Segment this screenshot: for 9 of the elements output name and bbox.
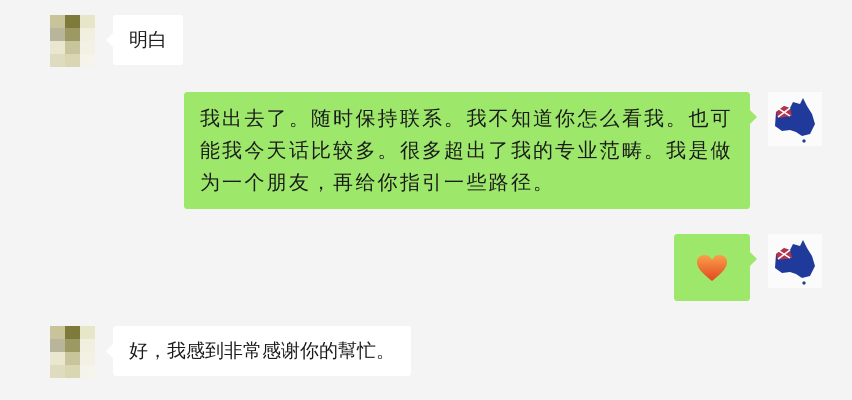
map-avatar [768,234,822,288]
pixelated-avatar [50,326,95,378]
bubble-tail [750,110,757,124]
message-bubble: 我出去了。随时保持联系。我不知道你怎么看我。也可能我今天话比较多。很多超出了我的专业范畴。我是做为一个朋友，再给你指引一些路径。 [184,92,750,209]
pixelated-avatar [50,15,95,67]
map-avatar [768,92,822,146]
message-bubble: 明白 [113,15,183,65]
message-bubble: 好，我感到非常感谢你的幫忙。 [113,326,411,376]
heart-icon [696,254,728,282]
